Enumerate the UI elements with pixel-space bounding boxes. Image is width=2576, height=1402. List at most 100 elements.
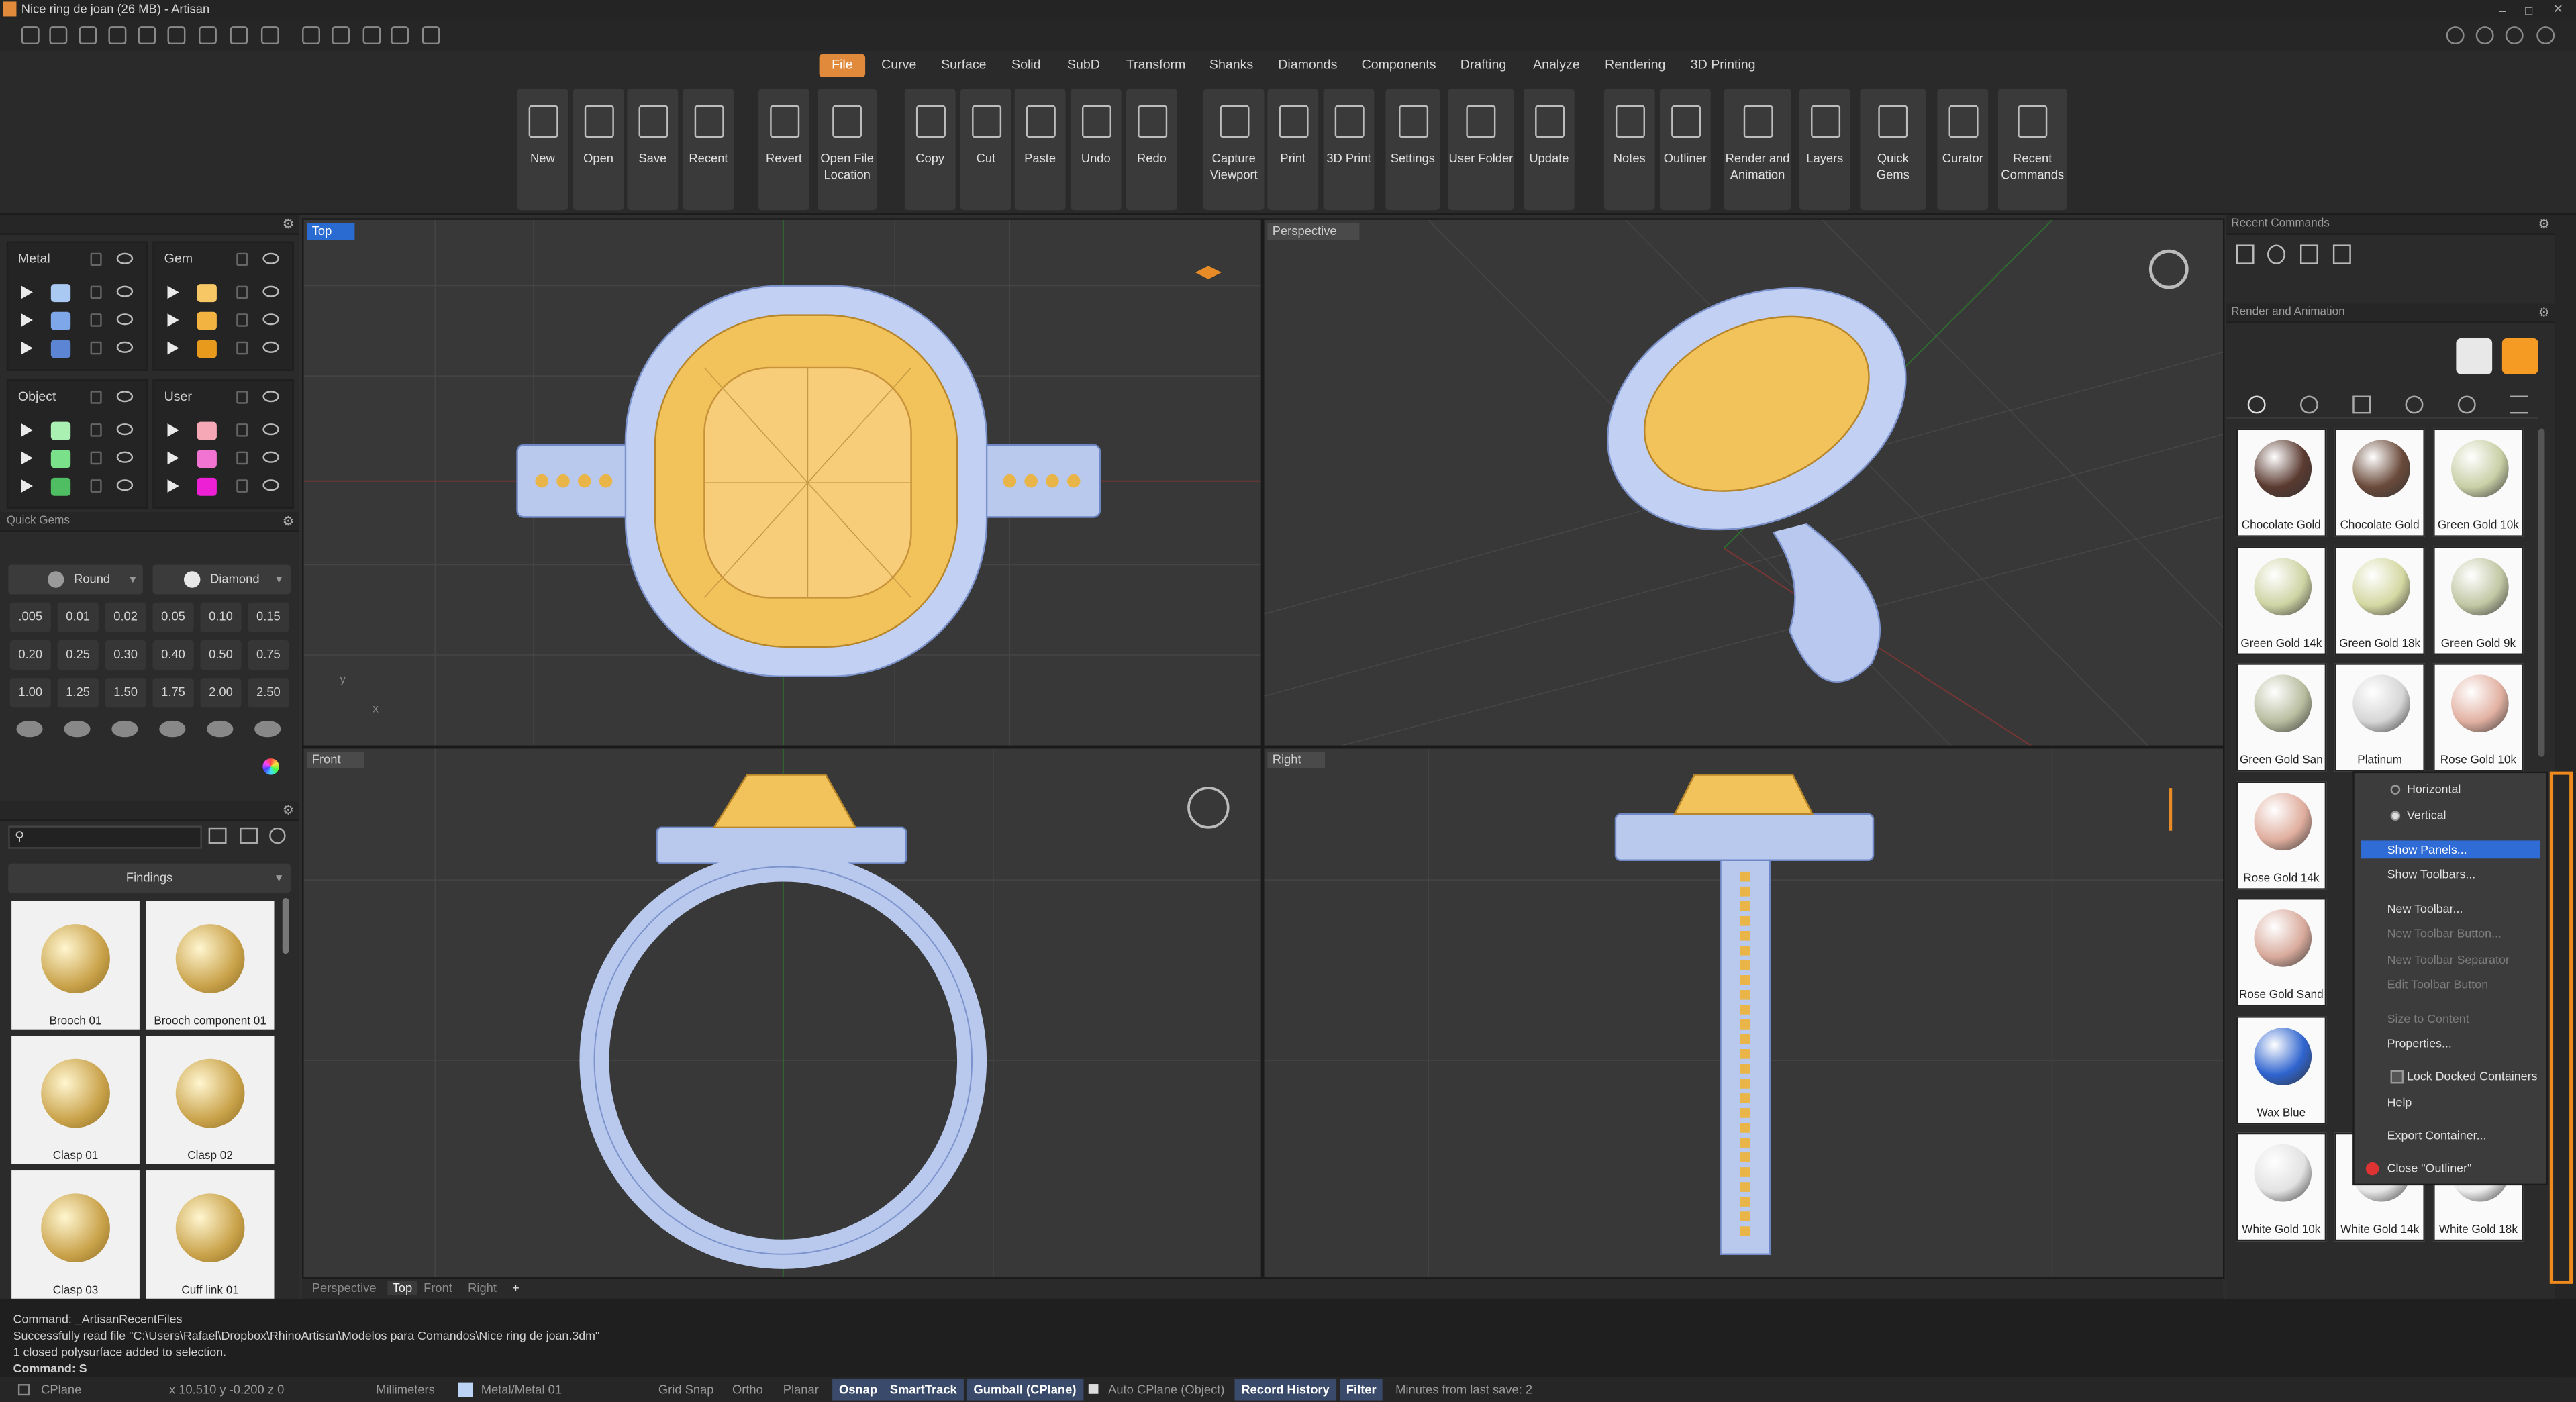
- play-icon[interactable]: [21, 479, 33, 493]
- context-menu-item[interactable]: Horizontal: [2407, 781, 2461, 796]
- ribbon-update-button[interactable]: Update: [1523, 89, 1575, 211]
- checkbox-icon[interactable]: [2390, 1070, 2404, 1084]
- material-swatch[interactable]: Green Gold 18k: [2334, 546, 2425, 654]
- viewport-label-top[interactable]: Top: [307, 223, 355, 240]
- gem-size-button[interactable]: 1.00: [9, 678, 51, 708]
- context-menu-item[interactable]: Show Panels...: [2361, 840, 2540, 859]
- gem-size-button[interactable]: 0.25: [57, 640, 99, 670]
- layer-color-swatch[interactable]: [50, 421, 71, 440]
- lock-icon[interactable]: [236, 451, 248, 465]
- gem-cut-icon[interactable]: [207, 720, 234, 738]
- ribbon-outliner-button[interactable]: Outliner: [1660, 89, 1711, 211]
- color-wheel-icon[interactable]: [262, 758, 279, 775]
- lock-icon[interactable]: [236, 313, 248, 327]
- tab-drafting[interactable]: Drafting: [1458, 54, 1509, 77]
- lock-icon[interactable]: [236, 252, 248, 266]
- context-menu-item[interactable]: Show Toolbars...: [2387, 867, 2476, 882]
- eye-icon[interactable]: [116, 252, 134, 264]
- render-preview-button[interactable]: [2456, 338, 2493, 374]
- material-swatch[interactable]: Rose Gold Sand: [2236, 898, 2327, 1007]
- viewport-label-perspective[interactable]: Perspective: [1267, 223, 1360, 240]
- lock-icon[interactable]: [90, 451, 102, 465]
- layer-color-swatch[interactable]: [50, 284, 71, 303]
- library-item[interactable]: Brooch 01: [11, 901, 140, 1030]
- minimize-icon[interactable]: –: [2499, 1, 2506, 21]
- layer-color-swatch[interactable]: [50, 450, 71, 468]
- layer-row[interactable]: [8, 335, 149, 363]
- eye-icon[interactable]: [116, 451, 134, 463]
- ribbon-capture-button[interactable]: Capture Viewport: [1203, 89, 1265, 211]
- viewport-front[interactable]: Front: [302, 746, 1263, 1279]
- tab-curve[interactable]: Curve: [880, 54, 918, 77]
- help-icon[interactable]: [2475, 26, 2494, 45]
- gem-size-button[interactable]: 0.10: [200, 602, 242, 632]
- gem-material-select[interactable]: Diamond ▾: [152, 564, 291, 595]
- layer-color-swatch[interactable]: [50, 340, 71, 358]
- eye-icon[interactable]: [262, 479, 279, 491]
- context-menu-item[interactable]: Close "Outliner": [2387, 1160, 2472, 1175]
- gear-icon[interactable]: ⚙: [2538, 217, 2550, 232]
- layer-row[interactable]: [154, 445, 295, 473]
- viewport-right[interactable]: Right: [1262, 746, 2225, 1279]
- ribbon-undo-button[interactable]: Undo: [1070, 89, 1122, 211]
- gem-size-button[interactable]: 0.75: [248, 640, 289, 670]
- material-swatch[interactable]: Chocolate Gold: [2236, 428, 2327, 537]
- maximize-icon[interactable]: □: [2525, 1, 2532, 21]
- layer-color-swatch[interactable]: [197, 450, 217, 468]
- gem-size-button[interactable]: 0.02: [105, 602, 146, 632]
- lock-icon[interactable]: [236, 391, 248, 404]
- library-item[interactable]: Clasp 03: [11, 1170, 140, 1299]
- quick-access-icon[interactable]: [21, 26, 40, 45]
- ribbon-cut-button[interactable]: Cut: [960, 89, 1011, 211]
- play-icon[interactable]: [21, 451, 33, 465]
- gem-size-button[interactable]: 1.25: [57, 678, 99, 708]
- context-menu-item[interactable]: New Toolbar...: [2387, 901, 2463, 916]
- eye-icon[interactable]: [116, 313, 134, 326]
- material-swatch[interactable]: Green Gold 9k: [2433, 546, 2524, 654]
- quick-access-icon[interactable]: [391, 26, 409, 45]
- status-grid-snap[interactable]: Grid Snap: [658, 1377, 714, 1402]
- ribbon-new-button[interactable]: New: [517, 89, 568, 211]
- tab-subd[interactable]: SubD: [1066, 54, 1102, 77]
- gem-size-button[interactable]: 1.75: [152, 678, 194, 708]
- material-swatch[interactable]: White Gold 10k: [2236, 1132, 2327, 1242]
- viewport-tab-perspective[interactable]: Perspective: [312, 1281, 377, 1295]
- play-icon[interactable]: [167, 479, 179, 493]
- ribbon-curator-button[interactable]: Curator: [1937, 89, 1989, 211]
- ribbon-copy-button[interactable]: Copy: [904, 89, 956, 211]
- texture-tab-icon[interactable]: [2352, 395, 2371, 414]
- status-gumball[interactable]: Gumball (CPlane): [967, 1379, 1083, 1401]
- library-item[interactable]: Brooch component 01: [146, 901, 275, 1030]
- layer-color-swatch[interactable]: [197, 311, 217, 330]
- viewport-top[interactable]: yx Top: [302, 218, 1263, 747]
- ribbon-render-and-button[interactable]: Render and Animation: [1724, 89, 1791, 211]
- layer-color-swatch[interactable]: [50, 311, 71, 330]
- gem-cut-icon[interactable]: [254, 720, 281, 738]
- play-icon[interactable]: [21, 423, 33, 437]
- play-icon[interactable]: [167, 285, 179, 299]
- radio-icon[interactable]: [2390, 811, 2401, 821]
- material-swatch[interactable]: Rose Gold 10k: [2433, 663, 2524, 772]
- command-prompt[interactable]: Command: S: [13, 1361, 87, 1376]
- eye-icon[interactable]: [262, 285, 279, 297]
- quick-access-icon[interactable]: [138, 26, 156, 45]
- lock-icon[interactable]: [90, 341, 102, 355]
- material-swatch[interactable]: Wax Blue: [2236, 1015, 2327, 1124]
- highlighted-toolbar-area[interactable]: [2549, 771, 2573, 1284]
- gem-size-button[interactable]: 0.30: [105, 640, 146, 670]
- auto-cplane-checkbox[interactable]: [1088, 1384, 1099, 1394]
- eye-icon[interactable]: [116, 341, 134, 353]
- gem-size-button[interactable]: 0.50: [200, 640, 242, 670]
- viewport-tab-right[interactable]: Right: [468, 1281, 497, 1295]
- eye-icon[interactable]: [262, 391, 279, 403]
- quick-access-icon[interactable]: [422, 26, 440, 45]
- status-planar[interactable]: Planar: [783, 1377, 819, 1402]
- settings-tab-icon[interactable]: [2510, 395, 2528, 414]
- close-icon[interactable]: ✕: [2553, 0, 2563, 19]
- context-menu-item[interactable]: Properties...: [2387, 1036, 2452, 1050]
- gem-shape-select[interactable]: Round ▾: [8, 564, 143, 595]
- material-swatch[interactable]: Green Gold 10k: [2433, 428, 2524, 537]
- lock-icon[interactable]: [236, 285, 248, 299]
- layer-row[interactable]: [8, 417, 149, 445]
- material-swatch[interactable]: Green Gold San: [2236, 663, 2327, 772]
